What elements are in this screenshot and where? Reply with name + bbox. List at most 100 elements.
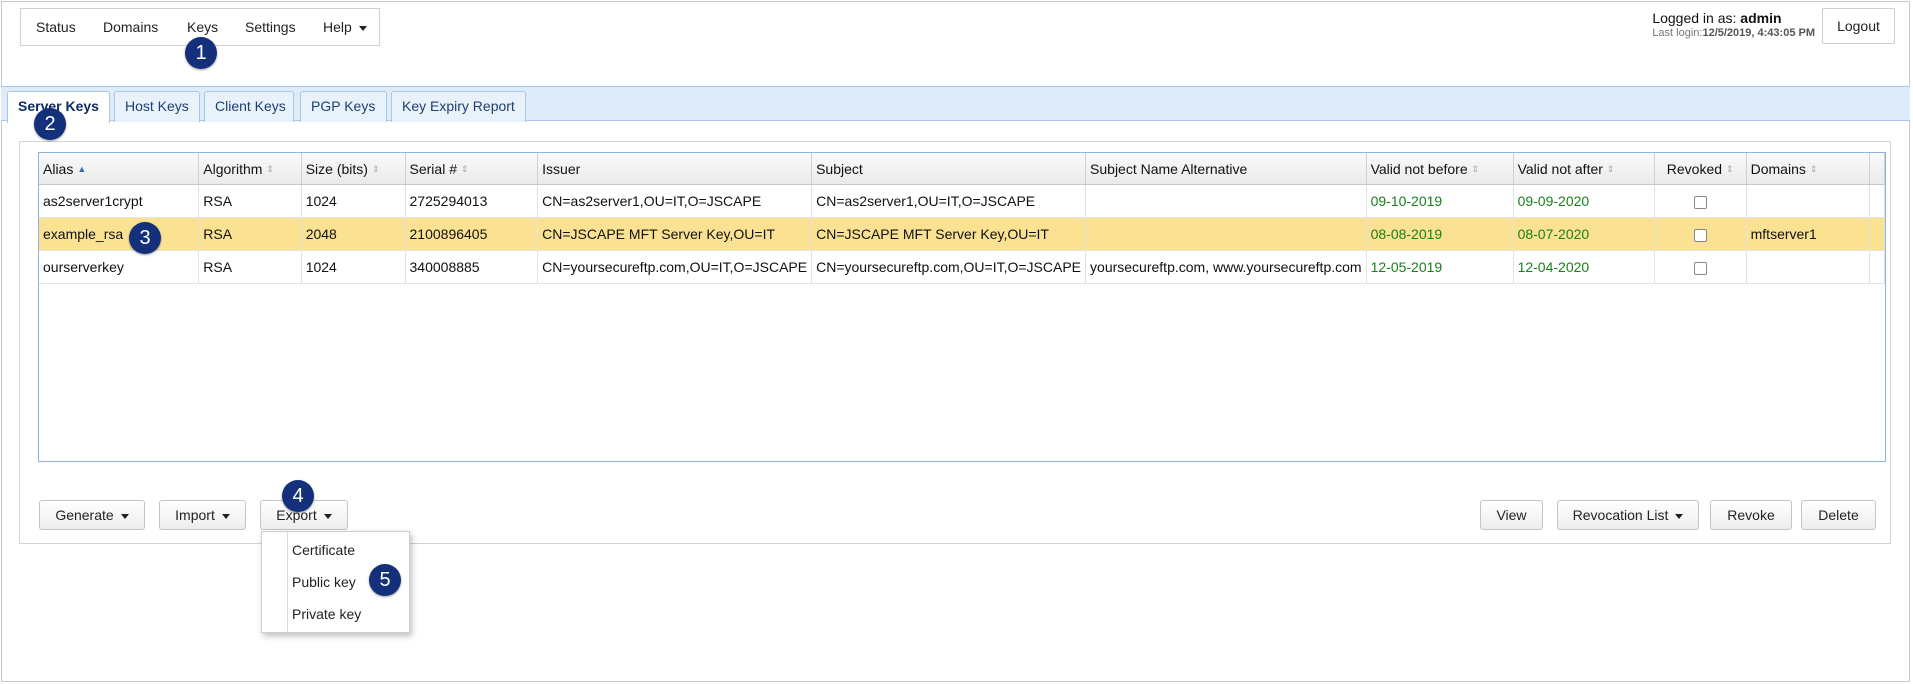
callout-marker-4: 4 <box>282 480 314 512</box>
generate-button[interactable]: Generate <box>39 500 145 530</box>
delete-button[interactable]: Delete <box>1801 500 1876 530</box>
user-info: Logged in as: admin Last login:12/5/2019… <box>1652 10 1815 39</box>
cell-revoked <box>1654 184 1747 218</box>
logged-in-line: Logged in as: admin <box>1652 10 1815 26</box>
menu-gutter <box>287 532 288 632</box>
sort-icon: ⇕ <box>1606 164 1615 175</box>
nav-settings[interactable]: Settings <box>245 9 296 45</box>
cell-valid-not-before: 09-10-2019 <box>1366 184 1514 218</box>
cell-size: 1024 <box>301 184 406 218</box>
sort-icon: ⇕ <box>1726 164 1734 175</box>
chevron-down-icon <box>221 513 230 519</box>
cell-alias: as2server1crypt <box>39 184 200 218</box>
revocation-list-button[interactable]: Revocation List <box>1557 500 1699 530</box>
nav-help-label: Help <box>323 19 352 35</box>
col-revoked[interactable]: Revoked ⇕ <box>1654 153 1747 185</box>
chevron-down-icon <box>1675 513 1684 519</box>
cell-spacer <box>1869 250 1885 284</box>
table-row-selected[interactable]: example_rsa RSA 2048 2100896405 CN=JSCAP… <box>39 217 1885 251</box>
col-issuer-label: Issuer <box>542 160 581 177</box>
sort-icon: ⇕ <box>371 164 380 175</box>
cell-san <box>1085 184 1367 218</box>
cell-issuer: CN=yoursecureftp.com,OU=IT,O=JSCAPE <box>537 250 813 284</box>
col-domains-label: Domains <box>1750 160 1806 177</box>
cell-subject: CN=JSCAPE MFT Server Key,OU=IT <box>811 217 1087 251</box>
col-domains[interactable]: Domains ⇕ <box>1746 153 1870 185</box>
last-login-line: Last login:12/5/2019, 4:43:05 PM <box>1652 27 1815 39</box>
last-login-label: Last login: <box>1652 27 1703 39</box>
cell-size: 1024 <box>301 250 406 284</box>
col-valid-not-before[interactable]: Valid not before ⇕ <box>1366 153 1514 185</box>
col-size[interactable]: Size (bits) ⇕ <box>301 153 406 185</box>
nav-status[interactable]: Status <box>36 9 76 45</box>
col-subject-label: Subject <box>816 160 863 177</box>
revocation-list-button-label: Revocation List <box>1572 507 1669 523</box>
col-valid-not-after-label: Valid not after <box>1517 160 1603 177</box>
cell-size: 2048 <box>301 217 406 251</box>
cell-algorithm: RSA <box>198 184 302 218</box>
col-valid-not-before-label: Valid not before <box>1370 160 1468 177</box>
chevron-down-icon <box>120 513 129 519</box>
sort-asc-icon: ▲ <box>77 164 87 175</box>
tab-host-keys[interactable]: Host Keys <box>114 91 200 122</box>
tab-key-expiry-report[interactable]: Key Expiry Report <box>391 91 526 122</box>
tab-pgp-keys[interactable]: PGP Keys <box>300 91 387 122</box>
callout-marker-5: 5 <box>369 564 401 596</box>
cell-valid-not-after: 09-09-2020 <box>1513 184 1655 218</box>
menu-item-certificate[interactable]: Certificate <box>292 542 355 558</box>
revoked-checkbox[interactable] <box>1693 195 1707 209</box>
callout-marker-2: 2 <box>34 108 66 140</box>
cell-alias: ourserverkey <box>39 250 200 284</box>
generate-button-label: Generate <box>55 507 114 523</box>
col-san[interactable]: Subject Name Alternative <box>1085 153 1367 185</box>
col-spacer <box>1869 153 1885 185</box>
col-valid-not-after[interactable]: Valid not after ⇕ <box>1513 153 1655 185</box>
table-row[interactable]: as2server1crypt RSA 1024 2725294013 CN=a… <box>39 184 1885 218</box>
cell-revoked <box>1654 217 1747 251</box>
cell-valid-not-before: 08-08-2019 <box>1366 217 1514 251</box>
keys-table: Alias ▲ Algorithm ⇕ Size (bits) ⇕ Serial # ⇕… <box>39 153 1885 284</box>
cell-serial: 340008885 <box>405 250 539 284</box>
callout-marker-1: 1 <box>185 37 217 69</box>
chevron-down-icon <box>323 513 332 519</box>
col-algorithm[interactable]: Algorithm ⇕ <box>198 153 302 185</box>
cell-algorithm: RSA <box>198 217 302 251</box>
username: admin <box>1740 10 1782 26</box>
revoked-checkbox[interactable] <box>1693 261 1707 275</box>
keys-grid: Alias ▲ Algorithm ⇕ Size (bits) ⇕ Serial # ⇕… <box>38 152 1886 462</box>
cell-san <box>1085 217 1367 251</box>
menu-item-private-key[interactable]: Private key <box>292 606 361 622</box>
import-button-label: Import <box>175 507 215 523</box>
nav-domains[interactable]: Domains <box>103 9 158 45</box>
tab-client-keys[interactable]: Client Keys <box>204 91 294 122</box>
cell-alias: example_rsa <box>39 217 200 251</box>
callout-marker-3: 3 <box>129 222 161 254</box>
cell-valid-not-after: 08-07-2020 <box>1513 217 1655 251</box>
revoke-button[interactable]: Revoke <box>1710 500 1792 530</box>
col-serial[interactable]: Serial # ⇕ <box>405 153 539 185</box>
col-subject[interactable]: Subject <box>811 153 1087 185</box>
view-button[interactable]: View <box>1480 500 1543 530</box>
col-serial-label: Serial # <box>409 160 457 177</box>
col-size-label: Size (bits) <box>305 160 368 177</box>
nav-help[interactable]: Help <box>323 9 367 45</box>
col-alias-label: Alias <box>43 160 74 177</box>
col-issuer[interactable]: Issuer <box>537 153 813 185</box>
cell-domains <box>1746 250 1870 284</box>
cell-serial: 2725294013 <box>405 184 539 218</box>
col-san-label: Subject Name Alternative <box>1090 160 1248 177</box>
col-revoked-label: Revoked <box>1666 160 1723 177</box>
import-button[interactable]: Import <box>159 500 246 530</box>
logout-button[interactable]: Logout <box>1822 8 1895 44</box>
cell-subject: CN=yoursecureftp.com,OU=IT,O=JSCAPE <box>811 250 1087 284</box>
cell-san: yoursecureftp.com, www.yoursecureftp.com <box>1085 250 1367 284</box>
sort-icon: ⇕ <box>460 164 469 175</box>
revoked-checkbox[interactable] <box>1693 228 1707 242</box>
tab-strip: Server Keys Host Keys Client Keys PGP Ke… <box>1 86 1910 123</box>
menu-item-public-key[interactable]: Public key <box>292 574 356 590</box>
table-row[interactable]: ourserverkey RSA 1024 340008885 CN=yours… <box>39 250 1885 284</box>
sort-icon: ⇕ <box>266 164 274 175</box>
col-alias[interactable]: Alias ▲ <box>39 153 200 185</box>
cell-spacer <box>1869 217 1885 251</box>
cell-valid-not-after: 12-04-2020 <box>1513 250 1655 284</box>
